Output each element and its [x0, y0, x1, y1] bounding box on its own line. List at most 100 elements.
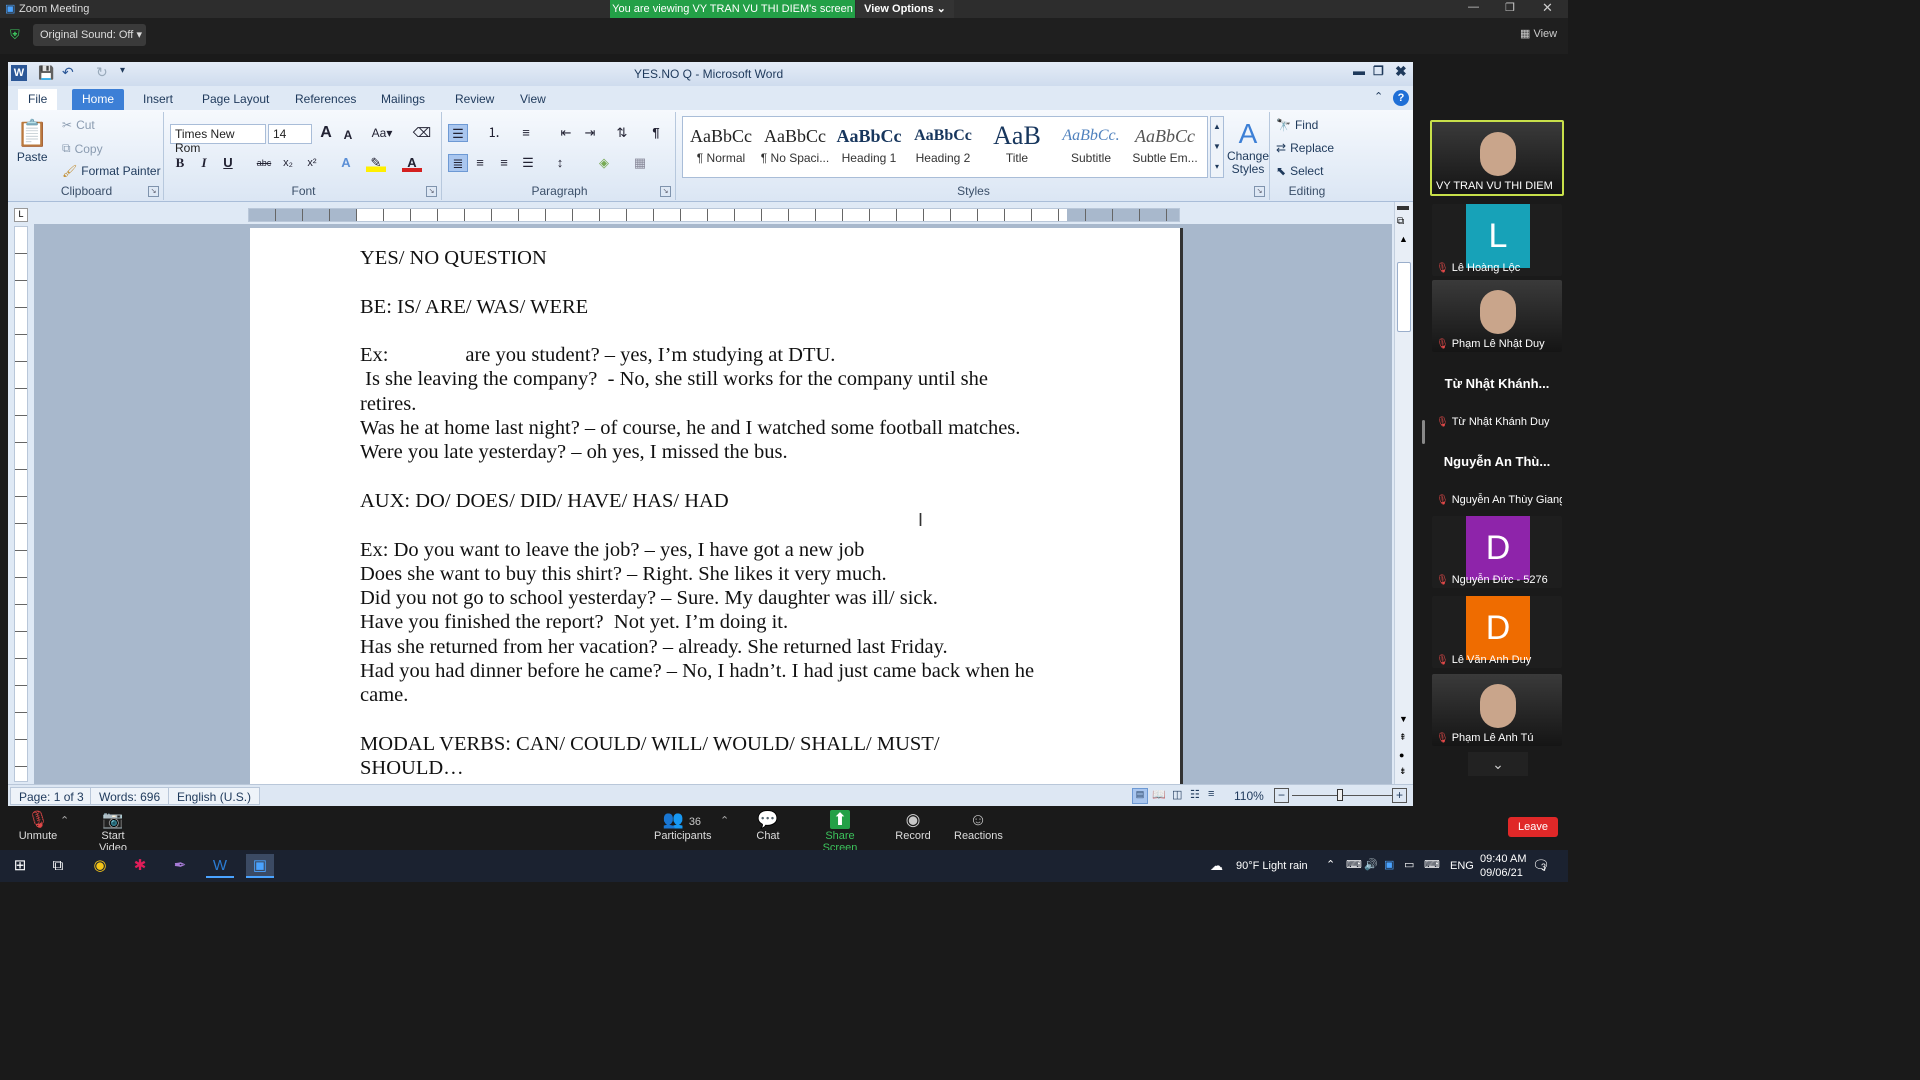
format-painter-button[interactable]: 🖌 Format Painter [62, 164, 161, 178]
document-line[interactable]: Is she leaving the company? - No, she st… [360, 367, 1080, 391]
battery-icon[interactable]: ▭ [1404, 858, 1414, 871]
feather-app-icon[interactable]: ✒ [166, 854, 194, 878]
gallery-next-icon[interactable]: ⌄ [1468, 752, 1528, 776]
paste-button[interactable]: 📋 Paste [16, 118, 48, 164]
word-taskbar-icon[interactable]: W [206, 854, 234, 878]
vertical-scrollbar[interactable]: ⧉ ▲ ▼ ⇞ ● ⇟ [1394, 202, 1412, 784]
font-launcher-icon[interactable]: ↘ [426, 186, 437, 197]
undo-icon[interactable]: ↶ [62, 64, 74, 81]
tab-mailings[interactable]: Mailings [371, 89, 435, 110]
zoom-in-icon[interactable]: + [1392, 788, 1407, 803]
document-line[interactable]: Ex: are you student? – yes, I’m studying… [360, 343, 1080, 367]
chat-button[interactable]: 💬 Chat [752, 810, 784, 842]
zoom-taskbar-icon[interactable]: ▣ [246, 854, 274, 878]
word-count[interactable]: Words: 696 [90, 787, 170, 805]
word-close-icon[interactable]: ✖ [1395, 63, 1407, 80]
style-no-spacing[interactable]: AaBbCc ¶ No Spaci... [759, 121, 831, 173]
zoom-slider-thumb[interactable] [1337, 789, 1343, 801]
paragraph-launcher-icon[interactable]: ↘ [660, 186, 671, 197]
shading-icon[interactable]: ◈ [594, 154, 614, 172]
clear-formatting-icon[interactable]: ⌫ [412, 124, 432, 142]
tab-view[interactable]: View [510, 89, 556, 110]
justify-icon[interactable]: ☰ [518, 154, 538, 172]
document-line[interactable] [360, 319, 1080, 343]
document-line[interactable]: BE: IS/ ARE/ WAS/ WERE [360, 295, 1080, 319]
style-subtitle[interactable]: AaBbCc. Subtitle [1055, 121, 1127, 173]
participants-options-icon[interactable]: ⌃ [720, 814, 729, 827]
full-screen-reading-icon[interactable]: 📖 [1152, 788, 1166, 801]
subscript-icon[interactable]: x₂ [278, 154, 298, 172]
text-effects-icon[interactable]: A [336, 154, 356, 172]
tab-home[interactable]: Home [72, 89, 125, 110]
sort-icon[interactable]: ⇅ [612, 124, 632, 142]
decrease-indent-icon[interactable]: ⇤ [556, 124, 576, 142]
tab-references[interactable]: References [285, 89, 366, 110]
style-normal[interactable]: AaBbCc ¶ Normal [685, 121, 757, 173]
share-screen-button[interactable]: ⬆ Share Screen [808, 810, 872, 854]
ruler-toggle-icon[interactable]: ⧉ [1397, 216, 1404, 227]
clock-time[interactable]: 09:40 AM [1480, 853, 1526, 865]
tab-insert[interactable]: Insert [133, 89, 183, 110]
zoom-level[interactable]: 110% [1234, 789, 1264, 803]
volume-icon[interactable]: 🔊 [1364, 858, 1378, 871]
participant-tile[interactable]: 🎙 Phạm Lê Anh Tú [1432, 674, 1562, 746]
scroll-thumb[interactable] [1397, 262, 1411, 332]
language-indicator[interactable]: English (U.S.) [168, 787, 261, 805]
unmute-button[interactable]: 🎙 Unmute [18, 810, 58, 842]
document-line[interactable] [360, 270, 1080, 294]
record-button[interactable]: ◉ Record [894, 810, 932, 842]
audio-options-icon[interactable]: ⌃ [60, 814, 69, 827]
leave-button[interactable]: Leave [1508, 817, 1558, 837]
participant-tile[interactable]: L 🎙 Lê Hoàng Lộc [1432, 204, 1562, 276]
chrome-icon[interactable]: ◉ [86, 854, 114, 878]
participants-button[interactable]: 👥 36 Participants [654, 810, 711, 842]
align-right-icon[interactable]: ≡ [494, 154, 514, 172]
page-count[interactable]: Page: 1 of 3 [10, 787, 93, 805]
participant-tile[interactable]: Từ Nhật Khánh... 🎙 Từ Nhật Khánh Duy [1432, 358, 1562, 430]
document-line[interactable]: came. [360, 683, 1080, 707]
cut-button[interactable]: ✂ Cut [62, 118, 95, 132]
document-line[interactable] [360, 513, 1080, 537]
view-options-button[interactable]: View Options ⌄ [856, 0, 954, 18]
line-spacing-icon[interactable]: ↕ [550, 154, 570, 172]
change-case-icon[interactable]: Aa▾ [368, 124, 396, 142]
select-button[interactable]: ⬉ Select [1276, 164, 1323, 178]
view-button[interactable]: ▦ View [1520, 27, 1557, 40]
align-center-icon[interactable]: ≡ [470, 154, 490, 172]
tab-page-layout[interactable]: Page Layout [192, 89, 279, 110]
outline-icon[interactable]: ☷ [1190, 788, 1200, 801]
clock-date[interactable]: 09/06/21 [1480, 867, 1523, 879]
help-icon[interactable]: ? [1393, 90, 1409, 106]
bold-icon[interactable]: B [170, 154, 190, 172]
highlight-icon[interactable]: ✎ [366, 154, 386, 172]
gallery-resize-handle[interactable] [1422, 420, 1425, 444]
participant-tile[interactable]: 🎙 Phạm Lê Nhật Duy [1432, 280, 1562, 352]
word-minimize-icon[interactable]: ▬ [1353, 64, 1365, 78]
document-line[interactable]: retires. [360, 392, 1080, 416]
document-line[interactable]: MODAL VERBS: CAN/ COULD/ WILL/ WOULD/ SH… [360, 732, 1080, 756]
clipboard-launcher-icon[interactable]: ↘ [148, 186, 159, 197]
style-heading-1[interactable]: AaBbCc Heading 1 [833, 121, 905, 173]
participant-tile[interactable]: Nguyễn An Thù... 🎙 Nguyễn An Thùy Giang [1432, 436, 1562, 508]
vertical-ruler[interactable] [14, 226, 28, 782]
document-line[interactable] [360, 465, 1080, 489]
restore-icon[interactable]: ❐ [1505, 1, 1515, 14]
document-line[interactable]: Were you late yesterday? – oh yes, I mis… [360, 440, 1080, 464]
word-restore-icon[interactable]: ❐ [1373, 64, 1384, 78]
style-heading-2[interactable]: AaBbCc Heading 2 [907, 121, 979, 173]
zoom-out-icon[interactable]: − [1274, 788, 1289, 803]
find-button[interactable]: 🔭 Find [1276, 118, 1318, 132]
document-text[interactable]: YES/ NO QUESTION BE: IS/ ARE/ WAS/ WERE … [360, 246, 1080, 781]
slack-icon[interactable]: ✱ [126, 854, 154, 878]
document-line[interactable]: Was he at home last night? – of course, … [360, 416, 1080, 440]
document-page[interactable]: YES/ NO QUESTION BE: IS/ ARE/ WAS/ WERE … [250, 228, 1180, 788]
bullets-icon[interactable]: ☰ [448, 124, 468, 142]
replace-button[interactable]: ⇄ Replace [1276, 141, 1334, 155]
minimize-icon[interactable]: — [1468, 1, 1479, 13]
task-view-icon[interactable]: ⧉ [44, 854, 72, 878]
grow-font-icon[interactable]: A [316, 124, 336, 142]
browse-object-icon[interactable]: ● [1399, 750, 1404, 760]
styles-launcher-icon[interactable]: ↘ [1254, 186, 1265, 197]
shrink-font-icon[interactable]: A [338, 126, 358, 144]
document-line[interactable]: AUX: DO/ DOES/ DID/ HAVE/ HAS/ HAD [360, 489, 1080, 513]
